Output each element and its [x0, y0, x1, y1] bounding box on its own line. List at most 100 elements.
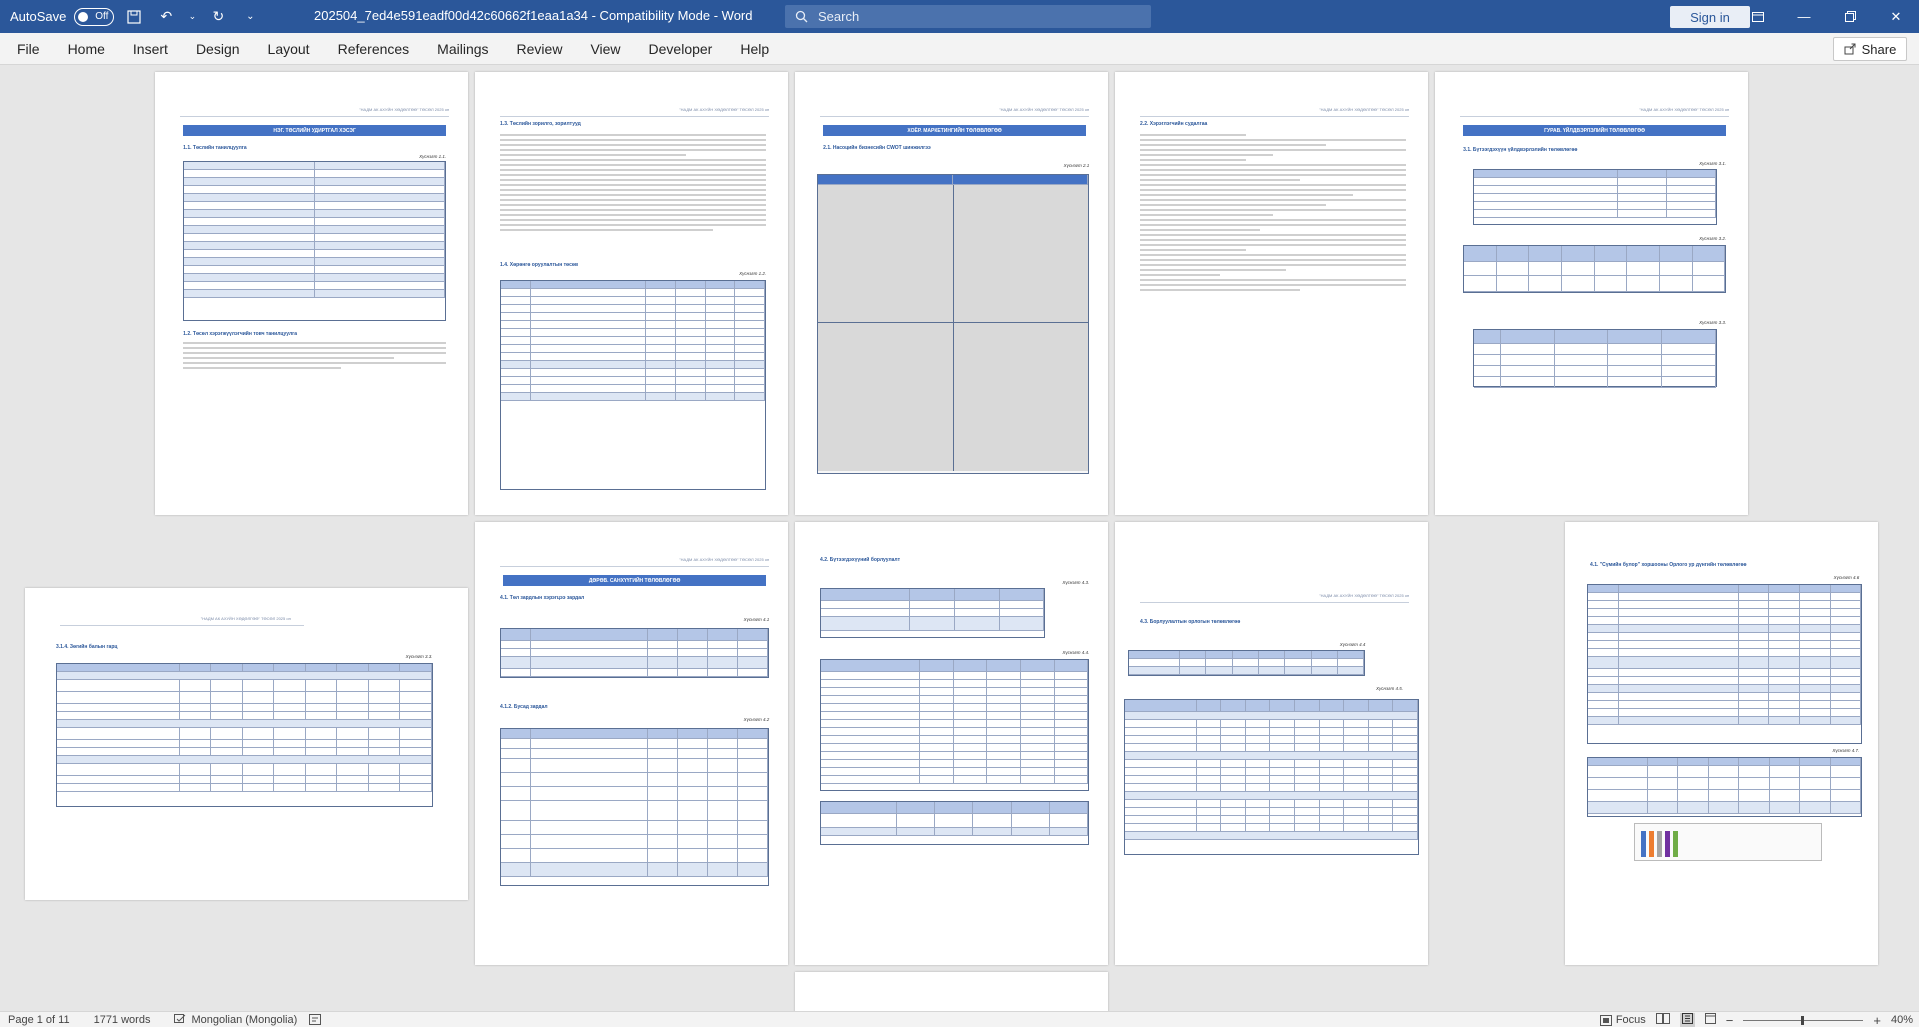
tab-review[interactable]: Review [503, 33, 577, 65]
page-8[interactable]: 4.2. Бүтээгдэхүүний борлуулалт Хүснэгт 4… [795, 522, 1108, 965]
chart-bar [1664, 831, 1670, 858]
header-rule [820, 116, 1090, 118]
share-label: Share [1861, 41, 1897, 57]
page-7[interactable]: "НАДМ АК АХУЙН ХӨДӨЛГӨӨ" ТӨСӨЛ 2025 он Д… [475, 522, 788, 965]
table-caption: Хүснэгт 4.4 [1339, 641, 1366, 647]
zoom-out-button[interactable]: − [1726, 1013, 1734, 1027]
table [500, 628, 770, 679]
subheading: 1.1. Төслийн танилцуулга [183, 145, 247, 152]
minimize-icon[interactable]: — [1781, 0, 1827, 33]
page-11[interactable] [795, 972, 1108, 1011]
subheading: 2.2. Хэрэглэгчийн судалгаа [1140, 120, 1208, 127]
save-icon[interactable] [122, 5, 146, 29]
tab-developer[interactable]: Developer [635, 33, 727, 65]
web-layout-icon[interactable] [1704, 1013, 1716, 1027]
page-5[interactable]: "НАДМ АК АХУЙН ХӨДӨЛГӨӨ" ТӨСӨЛ 2025 он Г… [1435, 72, 1748, 515]
zoom-in-button[interactable]: + [1873, 1013, 1881, 1027]
redo-icon[interactable]: ↻ [206, 5, 230, 29]
table-caption: Хүснэгт 4.6 [1833, 575, 1860, 581]
header-rule [1140, 116, 1410, 118]
title-bar: AutoSave Off ↶ ⌄ ↻ ⌄ 202504_7ed4e591eadf… [0, 0, 1919, 33]
zoom-slider-thumb[interactable] [1801, 1015, 1805, 1025]
subheading: 4.1. Төл зардлын хэрэгцээ зардал [500, 595, 585, 602]
zoom-level[interactable]: 40% [1891, 1014, 1913, 1026]
table-caption: Хүснэгт 3.1. [1699, 160, 1727, 166]
page-2[interactable]: "НАДМ АК АХУЙН ХӨДӨЛГӨӨ" ТӨСӨЛ 2025 он 1… [475, 72, 788, 515]
autosave-label: AutoSave [10, 9, 67, 24]
tab-references[interactable]: References [324, 33, 424, 65]
table [820, 659, 1090, 792]
table-caption: Хүснэгт 4.1 [743, 617, 770, 623]
page-header: "НАДМ АК АХУЙН ХӨДӨЛГӨӨ" ТӨСӨЛ 2025 он [1319, 592, 1410, 598]
table [500, 280, 767, 491]
search-box[interactable]: Search [785, 5, 1151, 28]
close-icon[interactable]: ✕ [1873, 0, 1919, 33]
window-controls: — ✕ [1735, 0, 1919, 33]
proofing-status[interactable]: Mongolian (Mongolia) [174, 1014, 297, 1026]
header-rule [500, 566, 770, 568]
zoom-slider[interactable] [1743, 1015, 1864, 1025]
tab-mailings[interactable]: Mailings [423, 33, 502, 65]
page-6[interactable]: "НАДМ АК АХУЙН ХӨДӨЛГӨӨ" ТӨСӨЛ 2025 он 3… [25, 588, 468, 900]
table [1586, 756, 1863, 817]
subheading: 4.2. Бүтээгдэхүүний борлуулалт [820, 557, 901, 564]
table-caption: Хүснэгт 4.7. [1832, 747, 1860, 753]
table-caption: Хүснэгт 4.2 [743, 716, 770, 722]
tab-insert[interactable]: Insert [119, 33, 182, 65]
page-4[interactable]: "НАДМ АК АХУЙН ХӨДӨЛГӨӨ" ТӨСӨЛ 2025 он 2… [1115, 72, 1428, 515]
page-9[interactable]: "НАДМ АК АХУЙН ХӨДӨЛГӨӨ" ТӨСӨЛ 2025 он 4… [1115, 522, 1428, 965]
header-rule [60, 625, 305, 627]
table [1127, 650, 1366, 677]
accessibility-icon[interactable] [309, 1014, 322, 1025]
undo-dropdown-icon[interactable]: ⌄ [186, 5, 198, 29]
tab-file[interactable]: File [0, 33, 54, 65]
read-mode-icon[interactable] [1655, 1013, 1670, 1027]
page-1[interactable]: "НАДМ АК АХУЙН ХӨДӨЛГӨӨ" ТӨСӨЛ 2025 он Н… [155, 72, 468, 515]
ribbon-display-options-icon[interactable] [1735, 0, 1781, 33]
table [56, 662, 433, 807]
document-title: 202504_7ed4e591eadf00d42c60662f1eaa1a34 … [314, 8, 753, 23]
subheading: 4.1.2. Бусад зардал [500, 703, 548, 710]
focus-label: Focus [1615, 1014, 1646, 1026]
header-rule [500, 116, 770, 118]
page-10[interactable]: 4.1. "Сүмийн булор" хоршооны Орлого ур д… [1565, 522, 1878, 965]
customize-toolbar-icon[interactable]: ⌄ [238, 5, 262, 29]
proofing-icon [174, 1014, 186, 1023]
restore-icon[interactable] [1827, 0, 1873, 33]
print-layout-icon[interactable] [1679, 1013, 1695, 1027]
tab-layout[interactable]: Layout [254, 33, 324, 65]
undo-icon[interactable]: ↶ [154, 5, 178, 29]
subheading: 3.1.4. Зөгийн балын гарц [56, 644, 118, 651]
focus-mode[interactable]: Focus [1599, 1014, 1646, 1026]
autosave-toggle[interactable]: Off [74, 7, 115, 26]
page-header: "НАДМ АК АХУЙН ХӨДӨЛГӨӨ" ТӨСӨЛ 2025 он [999, 107, 1090, 113]
tab-view[interactable]: View [576, 33, 634, 65]
subheading: 1.4. Хөрөнгө оруулалтын төсөв [500, 262, 579, 269]
page-header: "НАДМ АК АХУЙН ХӨДӨЛГӨӨ" ТӨСӨЛ 2025 он [1639, 107, 1730, 113]
table-caption: Хүснэгт 2.1 [1063, 162, 1090, 168]
header-rule [1140, 601, 1410, 603]
table-caption: Хүснэгт 1.2. [739, 271, 767, 277]
tab-home[interactable]: Home [54, 33, 119, 65]
table [1124, 699, 1419, 856]
subheading: 1.3. Төслийн зорилго, зорилтууд [500, 120, 581, 127]
ribbon-tabs: File Home Insert Design Layout Reference… [0, 33, 1919, 65]
share-icon [1844, 43, 1856, 55]
table [1586, 584, 1863, 745]
document-canvas[interactable]: "НАДМ АК АХУЙН ХӨДӨЛГӨӨ" ТӨСӨЛ 2025 он Н… [0, 66, 1919, 1011]
tab-design[interactable]: Design [182, 33, 254, 65]
table-caption: Хүснэгт 3.3. [405, 653, 433, 659]
section-heading: НЭГ. ТӨСЛИЙН УДИРТГАЛ ХЭСЭГ [183, 125, 447, 137]
share-button[interactable]: Share [1833, 37, 1907, 61]
page-3[interactable]: "НАДМ АК АХУЙН ХӨДӨЛГӨӨ" ТӨСӨЛ 2025 он Х… [795, 72, 1108, 515]
word-count[interactable]: 1771 words [94, 1014, 151, 1026]
table-caption: Хүснэгт 3.3. [1699, 320, 1727, 326]
toggle-knob [78, 11, 89, 22]
swot-table [816, 173, 1090, 474]
autosave-state: Off [95, 11, 109, 22]
page-header: "НАДМ АК АХУЙН ХӨДӨЛГӨӨ" ТӨСӨЛ 2025 он [679, 557, 770, 563]
chart-bar [1640, 831, 1646, 858]
tab-help[interactable]: Help [726, 33, 783, 65]
page-count[interactable]: Page 1 of 11 [8, 1014, 70, 1026]
language-label: Mongolian (Mongolia) [191, 1013, 298, 1026]
